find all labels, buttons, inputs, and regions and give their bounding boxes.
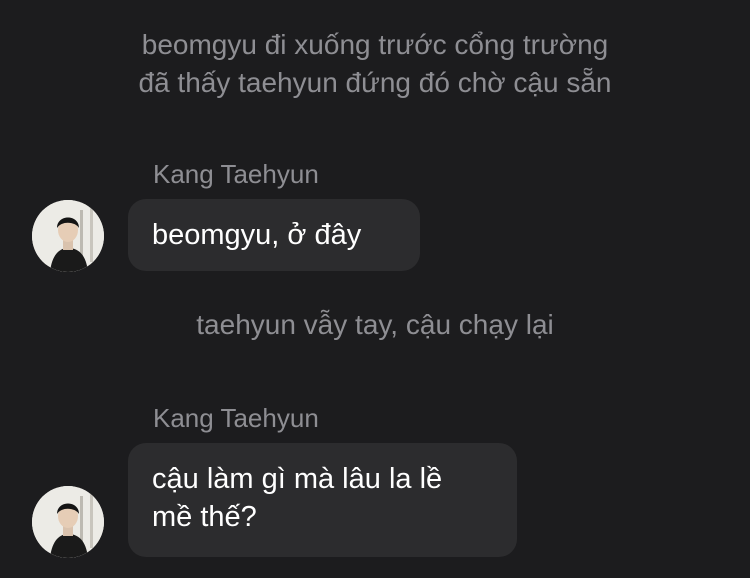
message-text-line: mề thế?	[152, 501, 257, 533]
narration-line: đã thấy taehyun đứng đó chờ cậu sẵn	[138, 67, 612, 98]
sender-name: Kang Taehyun	[153, 159, 319, 189]
narration-top: beomgyu đi xuống trước cổng trường đã th…	[0, 26, 750, 102]
message-bubble: cậu làm gì mà lâu la lề mề thế?	[128, 443, 517, 557]
narration-line: beomgyu đi xuống trước cổng trường	[141, 29, 609, 60]
message-text: beomgyu, ở đây	[152, 219, 362, 251]
message-bubble: beomgyu, ở đây	[128, 199, 420, 271]
message-text-line: cậu làm gì mà lâu la lề	[152, 463, 443, 495]
sender-name: Kang Taehyun	[153, 403, 319, 433]
avatar[interactable]	[32, 200, 104, 272]
profile-photo-icon	[32, 486, 104, 558]
narration-line: taehyun vẫy tay, cậu chạy lại	[196, 309, 554, 340]
profile-photo-icon	[32, 200, 104, 272]
narration-middle: taehyun vẫy tay, cậu chạy lại	[0, 306, 750, 344]
avatar[interactable]	[32, 486, 104, 558]
